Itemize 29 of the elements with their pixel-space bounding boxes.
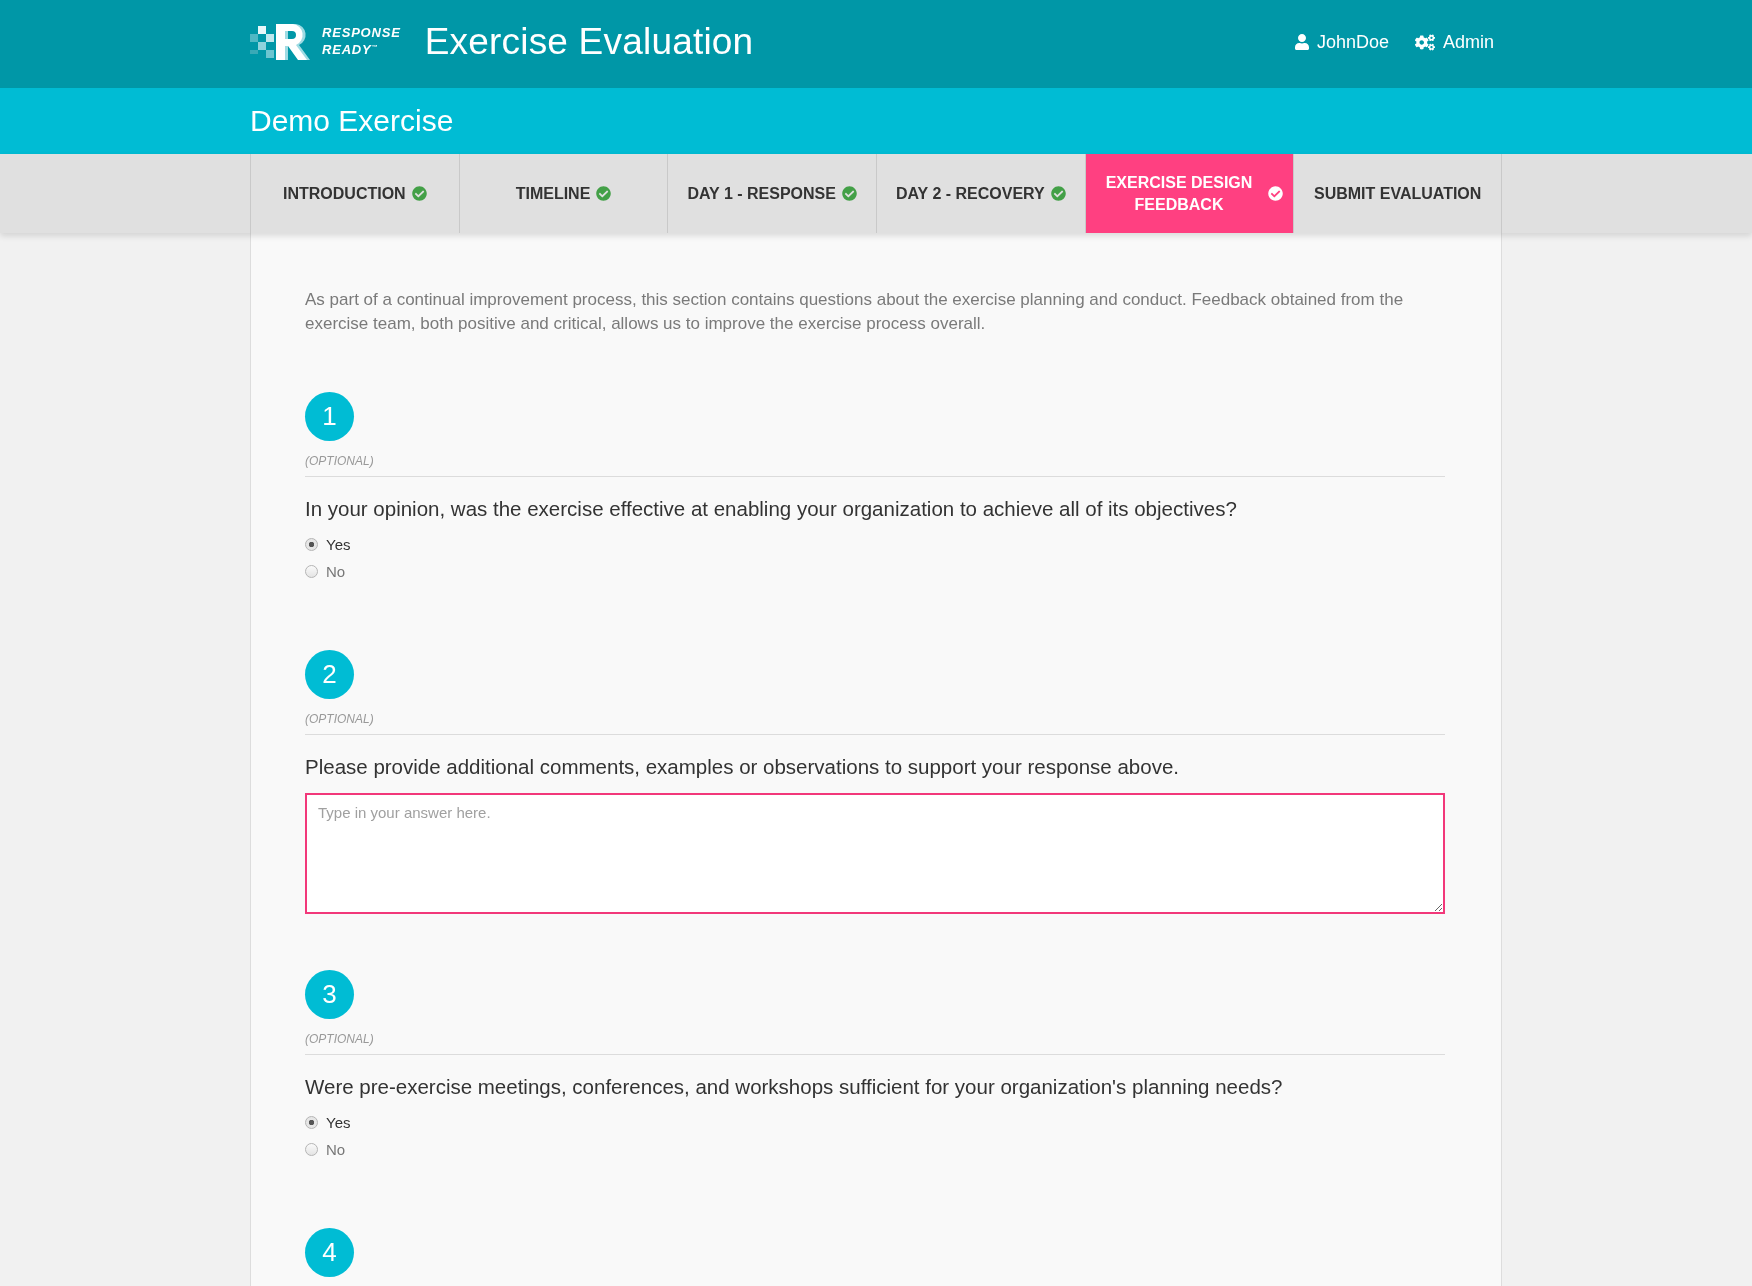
question-number: 3 <box>305 970 354 1019</box>
optional-label: (OPTIONAL) <box>305 453 374 469</box>
optional-label: (OPTIONAL) <box>305 711 374 727</box>
exercise-title: Demo Exercise <box>250 104 454 138</box>
radio-button[interactable] <box>305 565 318 578</box>
option-label[interactable]: No <box>326 1141 346 1158</box>
question-number: 4 <box>305 1228 354 1277</box>
option-label[interactable]: No <box>326 563 346 580</box>
question-number: 2 <box>305 650 354 699</box>
gears-icon <box>1414 33 1435 51</box>
option-label[interactable]: Yes <box>326 1114 351 1131</box>
logo-icon <box>250 22 312 62</box>
nav-link[interactable]: Admin <box>1414 31 1494 53</box>
question-text: In your opinion, was the exercise effective at enabling your organization to achieve all of its objectives? <box>305 496 1238 522</box>
intro-text: As part of a continual improvement process, this section contains questions about the exercise planning and conduct. Feedback obtained from the exercise team, both positive and critical, allows us to improve the exercise process overall. <box>305 289 1405 335</box>
radio-button[interactable] <box>305 1116 318 1129</box>
answer-box[interactable]: Type in your answer here. <box>305 793 1445 914</box>
question-text: Were pre-exercise meetings, conferences, and workshops sufficient for your organization's planning needs? <box>305 1074 1284 1100</box>
app-title: Exercise Evaluation <box>424 21 754 63</box>
question-number: 1 <box>305 392 354 441</box>
radio-button[interactable] <box>305 1143 318 1156</box>
question-text: Please provide additional comments, examples or observations to support your response above. <box>305 754 1180 780</box>
optional-label: (OPTIONAL) <box>305 1031 374 1047</box>
option-label[interactable]: Yes <box>326 536 351 553</box>
nav-link[interactable]: JohnDoe <box>1294 31 1389 53</box>
user-icon <box>1294 34 1309 50</box>
logo-text: RESPONSE <box>322 26 401 41</box>
radio-button[interactable] <box>305 538 318 551</box>
logo-text: READY$^{™}$ <box>322 41 380 58</box>
